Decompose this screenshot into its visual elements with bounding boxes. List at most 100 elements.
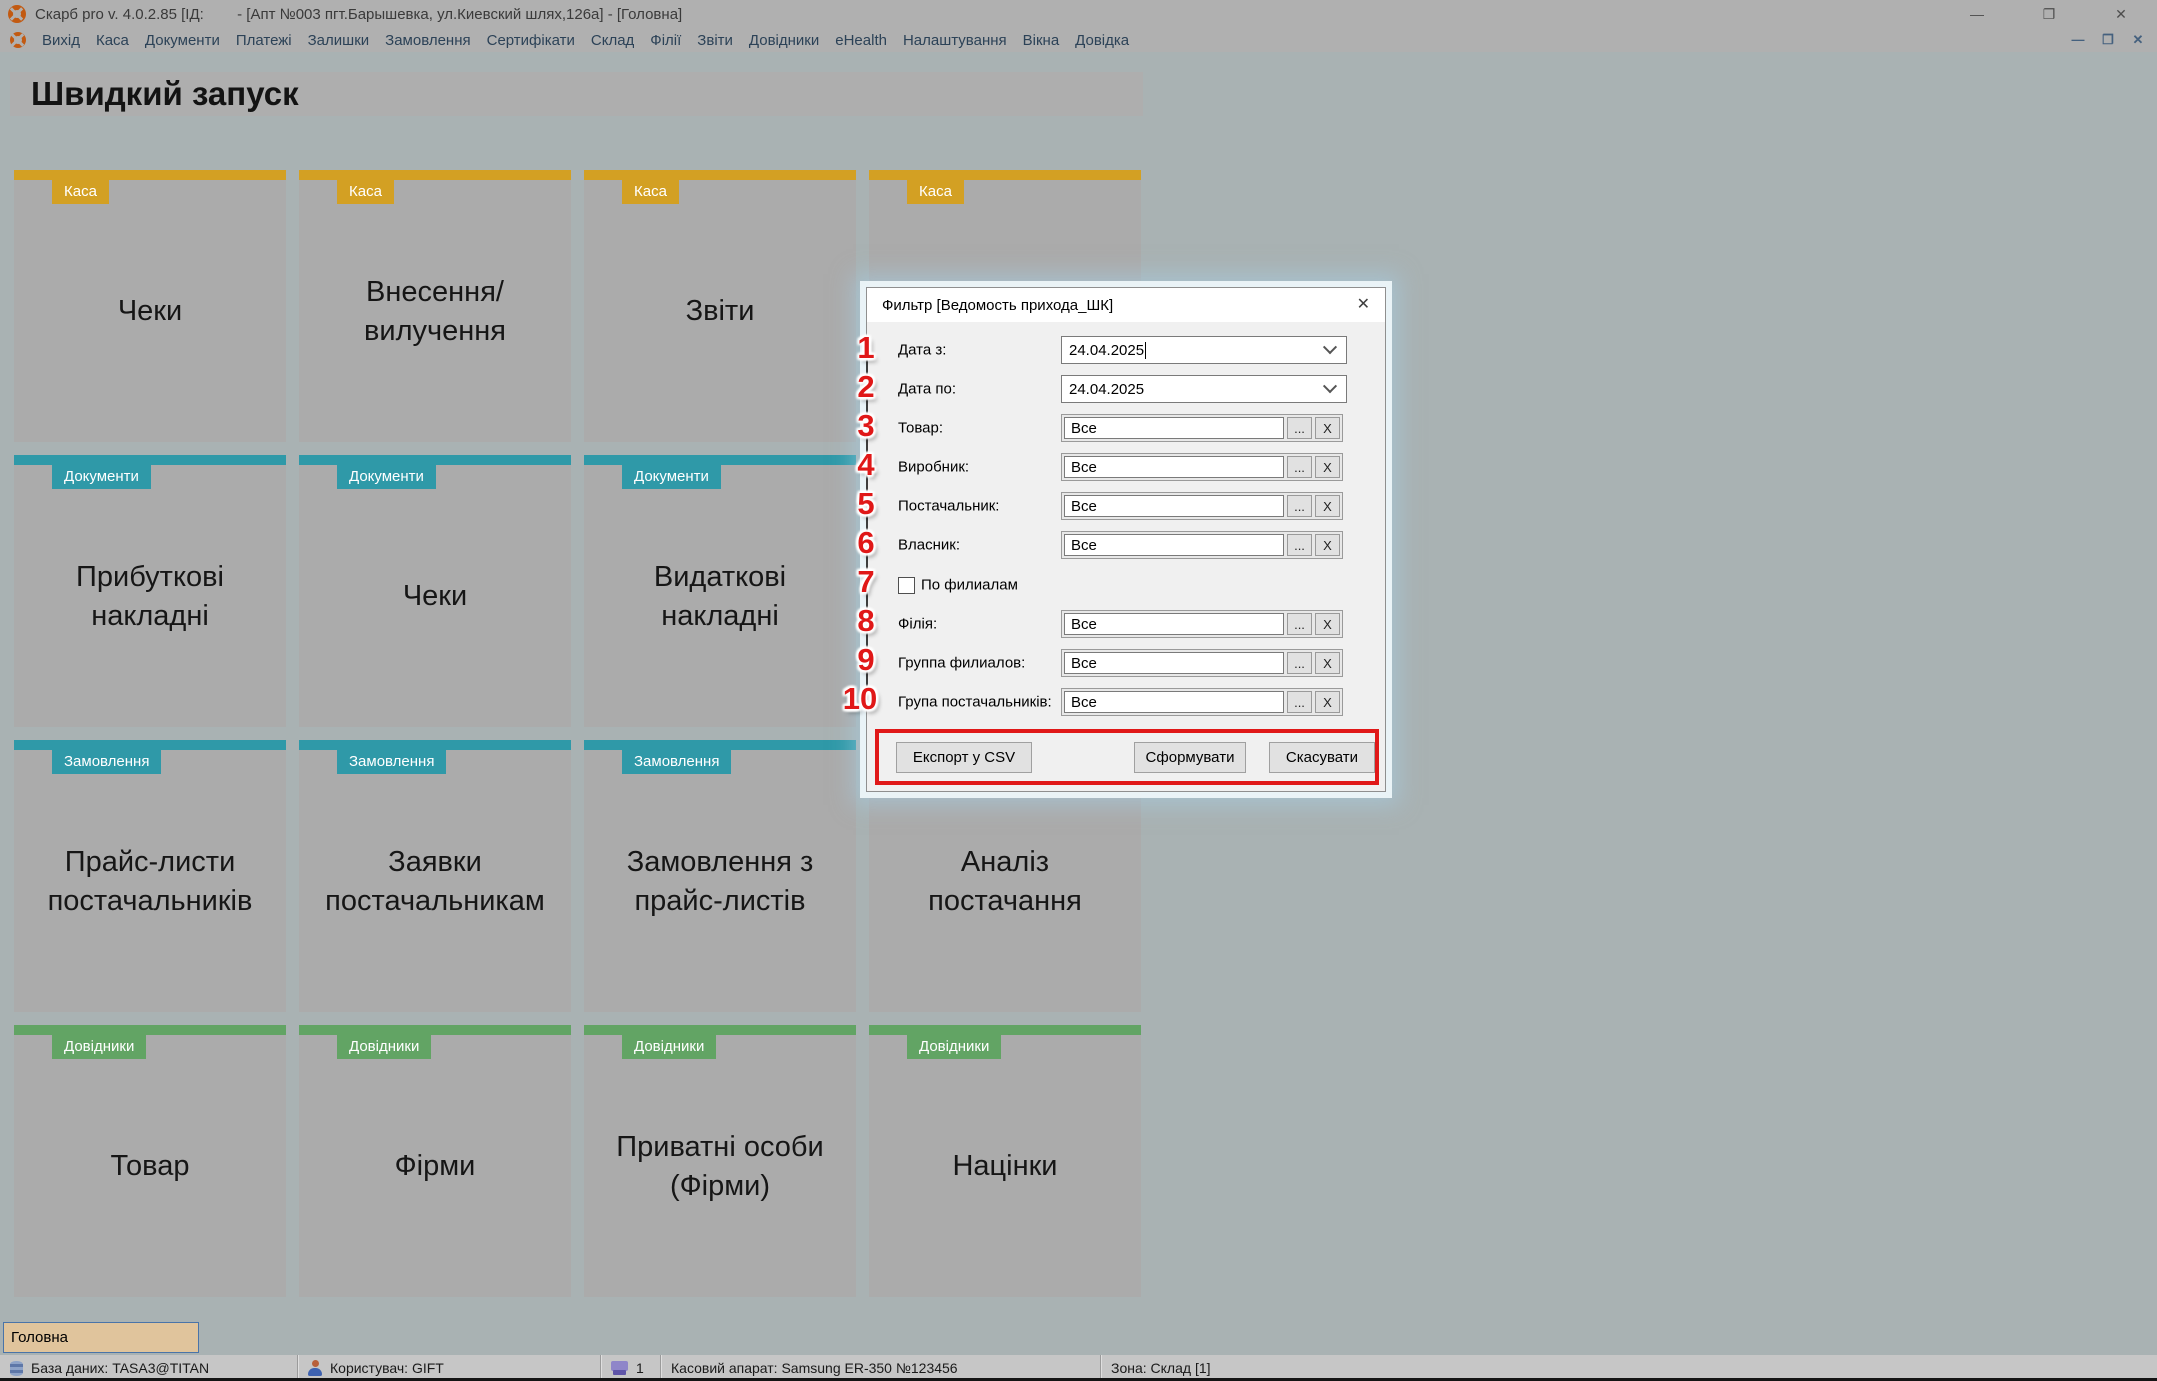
window-restore-button[interactable]: ❐ xyxy=(2013,0,2085,28)
menu-vykhid[interactable]: Вихід xyxy=(42,32,80,49)
tovar-clear-button[interactable]: X xyxy=(1315,417,1340,439)
annotation-highlight-buttons xyxy=(875,729,1379,785)
tile-vydatkovi-nakladni[interactable]: Документи Видаткові накладні xyxy=(584,455,856,727)
tile-firmy[interactable]: Довідники Фірми xyxy=(299,1025,571,1297)
status-database-text: База даних: TASA3@TITAN xyxy=(31,1360,209,1376)
menu-zamovlennya[interactable]: Замовлення xyxy=(385,32,470,49)
tile-zayavky-postachalnykam[interactable]: Замовлення Заявки постачальникам xyxy=(299,740,571,1012)
tile-label: Видаткові накладні xyxy=(596,467,844,727)
filter-row-vyrobnyk: Виробник: Все ... X xyxy=(867,453,1385,481)
tile-color-strip xyxy=(869,170,1141,180)
tile-label: Товар xyxy=(26,1037,274,1297)
window-minimize-button[interactable]: — xyxy=(1941,0,2013,28)
annotation-number-1: 1 xyxy=(857,330,874,366)
tile-color-strip xyxy=(299,170,571,180)
tile-vnesennya-vyluchennya[interactable]: Каса Внесення/вилучення xyxy=(299,170,571,442)
window-title: Скарб pro v. 4.0.2.85 [ІД: - [Апт №003 п… xyxy=(35,6,682,23)
tile-label: Звіти xyxy=(596,182,844,442)
status-cash-register-text: Касовий апарат: Samsung ER-350 №123456 xyxy=(671,1360,958,1376)
tile-natsinky[interactable]: Довідники Націнки xyxy=(869,1025,1141,1297)
menu-kasa[interactable]: Каса xyxy=(96,32,129,49)
tile-color-strip xyxy=(584,170,856,180)
menu-filii[interactable]: Філії xyxy=(650,32,681,49)
po-filialam-label: По филиалам xyxy=(921,577,1018,594)
vyrobnyk-value[interactable]: Все xyxy=(1064,456,1284,478)
menu-zalyshky[interactable]: Залишки xyxy=(308,32,370,49)
tile-color-strip xyxy=(299,1025,571,1035)
filter-row-po-filialam: По филиалам xyxy=(867,573,1385,597)
date-to-label: Дата по: xyxy=(898,381,956,398)
tile-prays-lysty-postachalnykiv[interactable]: Замовлення Прайс-листи постачальників xyxy=(14,740,286,1012)
filter-row-hrupa-postachalnykiv: Група постачальників: Все ... X xyxy=(867,688,1385,716)
hrupa-filialiv-value[interactable]: Все xyxy=(1064,652,1284,674)
menu-zvity[interactable]: Звіти xyxy=(697,32,733,49)
mdi-close-button[interactable]: ✕ xyxy=(2125,32,2151,48)
filiya-field: Все ... X xyxy=(1061,610,1343,638)
menu-dovidnyky[interactable]: Довідники xyxy=(749,32,819,49)
tile-color-strip xyxy=(584,455,856,465)
menu-dokumenty[interactable]: Документи xyxy=(145,32,220,49)
tile-tovar[interactable]: Довідники Товар xyxy=(14,1025,286,1297)
app-logo-icon[interactable] xyxy=(8,5,26,23)
menu-ehealth[interactable]: eHealth xyxy=(835,32,887,49)
annotation-number-7: 7 xyxy=(857,564,874,600)
tile-zamovlennya-z-prays-lystiv[interactable]: Замовлення Замовлення з прайс-листів xyxy=(584,740,856,1012)
filter-row-date-to: Дата по: 24.04.2025 xyxy=(867,375,1385,403)
date-to-combo[interactable]: 24.04.2025 xyxy=(1061,375,1347,403)
mdi-minimize-button[interactable]: — xyxy=(2065,32,2091,48)
hrupa-filialiv-browse-button[interactable]: ... xyxy=(1287,652,1312,674)
tile-zvity[interactable]: Каса Звіти xyxy=(584,170,856,442)
postachalnyk-browse-button[interactable]: ... xyxy=(1287,495,1312,517)
tile-color-strip xyxy=(869,1025,1141,1035)
hrupa-postachalnykiv-browse-button[interactable]: ... xyxy=(1287,691,1312,713)
filiya-value[interactable]: Все xyxy=(1064,613,1284,635)
filter-row-vlasnyk: Власник: Все ... X xyxy=(867,531,1385,559)
menu-platezhi[interactable]: Платежі xyxy=(236,32,292,49)
tovar-browse-button[interactable]: ... xyxy=(1287,417,1312,439)
dialog-title: Фильтр [Ведомость прихода_ШК] xyxy=(882,297,1113,314)
postachalnyk-value[interactable]: Все xyxy=(1064,495,1284,517)
user-icon xyxy=(308,1360,322,1376)
hrupa-postachalnykiv-clear-button[interactable]: X xyxy=(1315,691,1340,713)
page-title: Швидкий запуск xyxy=(31,75,299,113)
tovar-label: Товар: xyxy=(898,420,943,437)
filiya-browse-button[interactable]: ... xyxy=(1287,613,1312,635)
hrupa-postachalnykiv-value[interactable]: Все xyxy=(1064,691,1284,713)
date-to-value: 24.04.2025 xyxy=(1069,381,1144,398)
tab-holovna[interactable]: Головна xyxy=(3,1322,199,1353)
date-from-combo[interactable]: 24.04.2025 xyxy=(1061,336,1347,364)
postachalnyk-field: Все ... X xyxy=(1061,492,1343,520)
menu-sklad[interactable]: Склад xyxy=(591,32,634,49)
postachalnyk-label: Постачальник: xyxy=(898,498,999,515)
hrupa-postachalnykiv-field: Все ... X xyxy=(1061,688,1343,716)
hrupa-filialiv-clear-button[interactable]: X xyxy=(1315,652,1340,674)
tile-label: Націнки xyxy=(881,1037,1129,1297)
tile-pryvatni-osoby[interactable]: Довідники Приватні особи (Фірми) xyxy=(584,1025,856,1297)
vlasnyk-browse-button[interactable]: ... xyxy=(1287,534,1312,556)
annotation-number-5: 5 xyxy=(857,486,874,522)
tovar-value[interactable]: Все xyxy=(1064,417,1284,439)
dialog-titlebar[interactable]: Фильтр [Ведомость прихода_ШК] ✕ xyxy=(867,288,1385,322)
tile-cheky-dokumenty[interactable]: Документи Чеки xyxy=(299,455,571,727)
window-close-button[interactable]: ✕ xyxy=(2085,0,2157,28)
vyrobnyk-clear-button[interactable]: X xyxy=(1315,456,1340,478)
filiya-clear-button[interactable]: X xyxy=(1315,613,1340,635)
vlasnyk-value[interactable]: Все xyxy=(1064,534,1284,556)
vlasnyk-clear-button[interactable]: X xyxy=(1315,534,1340,556)
filiya-label: Філія: xyxy=(898,616,937,633)
mdi-system-menu-icon[interactable] xyxy=(10,32,26,48)
menu-vikna[interactable]: Вікна xyxy=(1023,32,1060,49)
menu-sertyfikaty[interactable]: Сертифікати xyxy=(487,32,575,49)
menu-dovidka[interactable]: Довідка xyxy=(1075,32,1129,49)
dialog-close-button[interactable]: ✕ xyxy=(1357,297,1370,313)
annotation-number-2: 2 xyxy=(857,369,874,405)
menu-nalashtuvannya[interactable]: Налаштування xyxy=(903,32,1007,49)
postachalnyk-clear-button[interactable]: X xyxy=(1315,495,1340,517)
mdi-restore-button[interactable]: ❐ xyxy=(2095,32,2121,48)
tile-color-strip xyxy=(14,170,286,180)
tile-label: Приватні особи (Фірми) xyxy=(596,1037,844,1297)
tile-cheky[interactable]: Каса Чеки xyxy=(14,170,286,442)
vyrobnyk-browse-button[interactable]: ... xyxy=(1287,456,1312,478)
tile-prybutkovi-nakladni[interactable]: Документи Прибуткові накладні xyxy=(14,455,286,727)
po-filialam-checkbox[interactable] xyxy=(898,577,915,594)
